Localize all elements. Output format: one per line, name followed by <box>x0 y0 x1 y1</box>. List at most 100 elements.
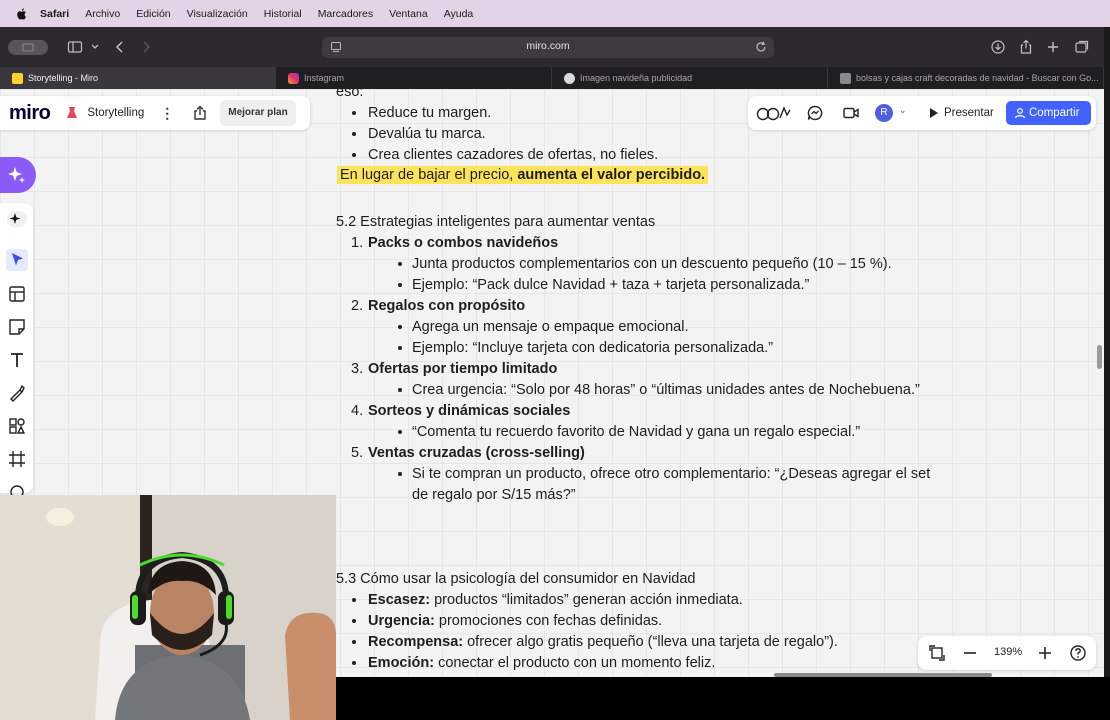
zoom-out-icon[interactable] <box>961 644 979 662</box>
more-options-icon[interactable]: ⋮ <box>160 105 174 122</box>
intro-bullet: Reduce tu margen. <box>368 105 492 121</box>
tab-google-search[interactable]: bolsas y cajas craft decoradas de navida… <box>828 67 1104 89</box>
menu-archivo[interactable]: Archivo <box>85 8 120 20</box>
new-tab-icon[interactable] <box>1046 39 1060 55</box>
psych-item: Recompensa: ofrecer algo gratis pequeño … <box>368 634 838 650</box>
select-tool-icon[interactable] <box>6 249 28 271</box>
left-toolbar <box>0 203 33 499</box>
share-icon[interactable] <box>1018 39 1034 55</box>
board-icon <box>67 107 78 118</box>
menu-historial[interactable]: Historial <box>264 8 302 20</box>
export-icon[interactable] <box>192 105 208 121</box>
tab-bar: Storytelling - Miro Instagram Imagen nav… <box>0 67 1104 89</box>
reactions-icon[interactable] <box>756 104 792 122</box>
sidebar-icon[interactable] <box>67 39 83 55</box>
ai-create-icon[interactable] <box>6 208 28 230</box>
menu-marcadores[interactable]: Marcadores <box>318 8 373 20</box>
play-icon <box>930 108 938 118</box>
tab-instagram[interactable]: Instagram <box>276 67 552 89</box>
list-sub-item: Ejemplo: “Incluye tarjeta con dedicatori… <box>412 340 774 356</box>
sub-bullet <box>398 430 402 434</box>
tab-overview-icon[interactable] <box>1074 39 1090 55</box>
list-item-title: Regalos con propósito <box>368 298 526 314</box>
intro-bullet: Crea clientes cazadores de ofertas, no f… <box>368 147 659 163</box>
tab-imagen-navidena[interactable]: Imagen navideña publicidad <box>552 67 828 89</box>
ai-favicon-icon <box>564 72 575 84</box>
list-sub-item: Ejemplo: “Pack dulce Navidad + taza + ta… <box>412 277 810 293</box>
list-sub-item: Agrega un mensaje o empaque emocional. <box>412 319 689 335</box>
tab-title: Storytelling - Miro <box>28 73 99 83</box>
menu-app-name[interactable]: Safari <box>40 8 69 20</box>
ai-assistant-button[interactable] <box>0 157 36 193</box>
chevron-down-icon[interactable]: ⌄ <box>899 105 907 116</box>
zoom-controls: 139% <box>918 636 1096 670</box>
address-bar[interactable]: miro.com <box>322 37 774 58</box>
people-icon <box>1014 108 1026 119</box>
highlight-normal: En lugar de bajar el precio, <box>340 167 518 183</box>
share-button[interactable]: Compartir <box>1006 101 1091 125</box>
section-5-3-title: 5.3 Cómo usar la psicología del consumid… <box>336 571 696 587</box>
tab-title: Instagram <box>304 73 345 83</box>
bullet <box>352 153 356 157</box>
sub-bullet <box>398 346 402 350</box>
miro-board-header: miro Storytelling ⋮ Mejorar plan <box>0 96 310 130</box>
frame-tool-icon[interactable] <box>6 448 28 470</box>
tab-title: bolsas y cajas craft decoradas de navida… <box>856 73 1099 83</box>
tab-storytelling-miro[interactable]: Storytelling - Miro <box>0 67 276 89</box>
present-button[interactable]: Presentar <box>922 101 1002 125</box>
highlighted-line: En lugar de bajar el precio, aumenta el … <box>337 166 709 184</box>
list-item-title: Ofertas por tiempo limitado <box>368 361 558 377</box>
downloads-icon[interactable] <box>990 39 1006 55</box>
url-text: miro.com <box>526 40 570 52</box>
bullet <box>352 132 356 136</box>
list-item-title: Sorteos y dinámicas sociales <box>368 403 571 419</box>
fit-to-screen-icon[interactable] <box>928 644 946 662</box>
bullet <box>352 111 356 115</box>
templates-icon[interactable] <box>6 283 28 305</box>
vertical-scrollbar[interactable] <box>1097 345 1102 369</box>
screen-bottom-edge <box>336 677 1110 720</box>
tab-title: Imagen navideña publicidad <box>580 73 693 83</box>
list-number: 3. <box>351 361 364 377</box>
board-title[interactable]: Storytelling <box>87 107 144 119</box>
menu-edicion[interactable]: Edición <box>136 8 170 20</box>
miro-favicon-icon <box>12 72 23 84</box>
sub-bullet <box>398 283 402 287</box>
video-icon[interactable] <box>842 104 860 122</box>
chat-icon[interactable] <box>806 104 824 122</box>
forward-icon[interactable] <box>140 39 152 55</box>
chevron-down-icon[interactable] <box>90 39 100 55</box>
reload-icon[interactable] <box>754 40 768 54</box>
miro-logo[interactable]: miro <box>9 102 51 125</box>
list-item-title: Ventas cruzadas (cross-selling) <box>368 445 585 461</box>
back-icon[interactable] <box>114 39 126 55</box>
webcam-person-image <box>0 495 336 720</box>
user-avatar[interactable]: R <box>875 104 893 122</box>
bullet <box>352 619 356 623</box>
list-number: 2. <box>351 298 364 314</box>
list-number: 4. <box>351 403 364 419</box>
bullet <box>352 661 356 665</box>
help-icon[interactable] <box>1069 644 1087 662</box>
text-tool-icon[interactable] <box>6 349 28 371</box>
zoom-in-icon[interactable] <box>1036 644 1054 662</box>
sub-bullet <box>398 472 402 476</box>
list-number: 1. <box>351 235 364 251</box>
menu-ventana[interactable]: Ventana <box>389 8 428 20</box>
psych-item: Urgencia: promociones con fechas definid… <box>368 613 663 629</box>
pen-tool-icon[interactable] <box>6 382 28 404</box>
psych-item: Escasez: productos “limitados” generan a… <box>368 592 743 608</box>
sub-bullet <box>398 262 402 266</box>
zoom-level[interactable]: 139% <box>994 646 1022 658</box>
instagram-favicon-icon <box>288 72 299 84</box>
upgrade-plan-button[interactable]: Mejorar plan <box>220 100 296 126</box>
sticky-note-icon[interactable] <box>6 316 28 338</box>
shapes-icon[interactable] <box>6 415 28 437</box>
apple-icon[interactable] <box>14 7 30 21</box>
menu-visualizacion[interactable]: Visualización <box>187 8 248 20</box>
intro-bullet: Devalúa tu marca. <box>368 126 486 142</box>
menu-ayuda[interactable]: Ayuda <box>444 8 474 20</box>
tab-group-pill-icon[interactable] <box>8 40 48 55</box>
list-number: 5. <box>351 445 364 461</box>
list-sub-item: Si te compran un producto, ofrece otro c… <box>412 466 931 482</box>
